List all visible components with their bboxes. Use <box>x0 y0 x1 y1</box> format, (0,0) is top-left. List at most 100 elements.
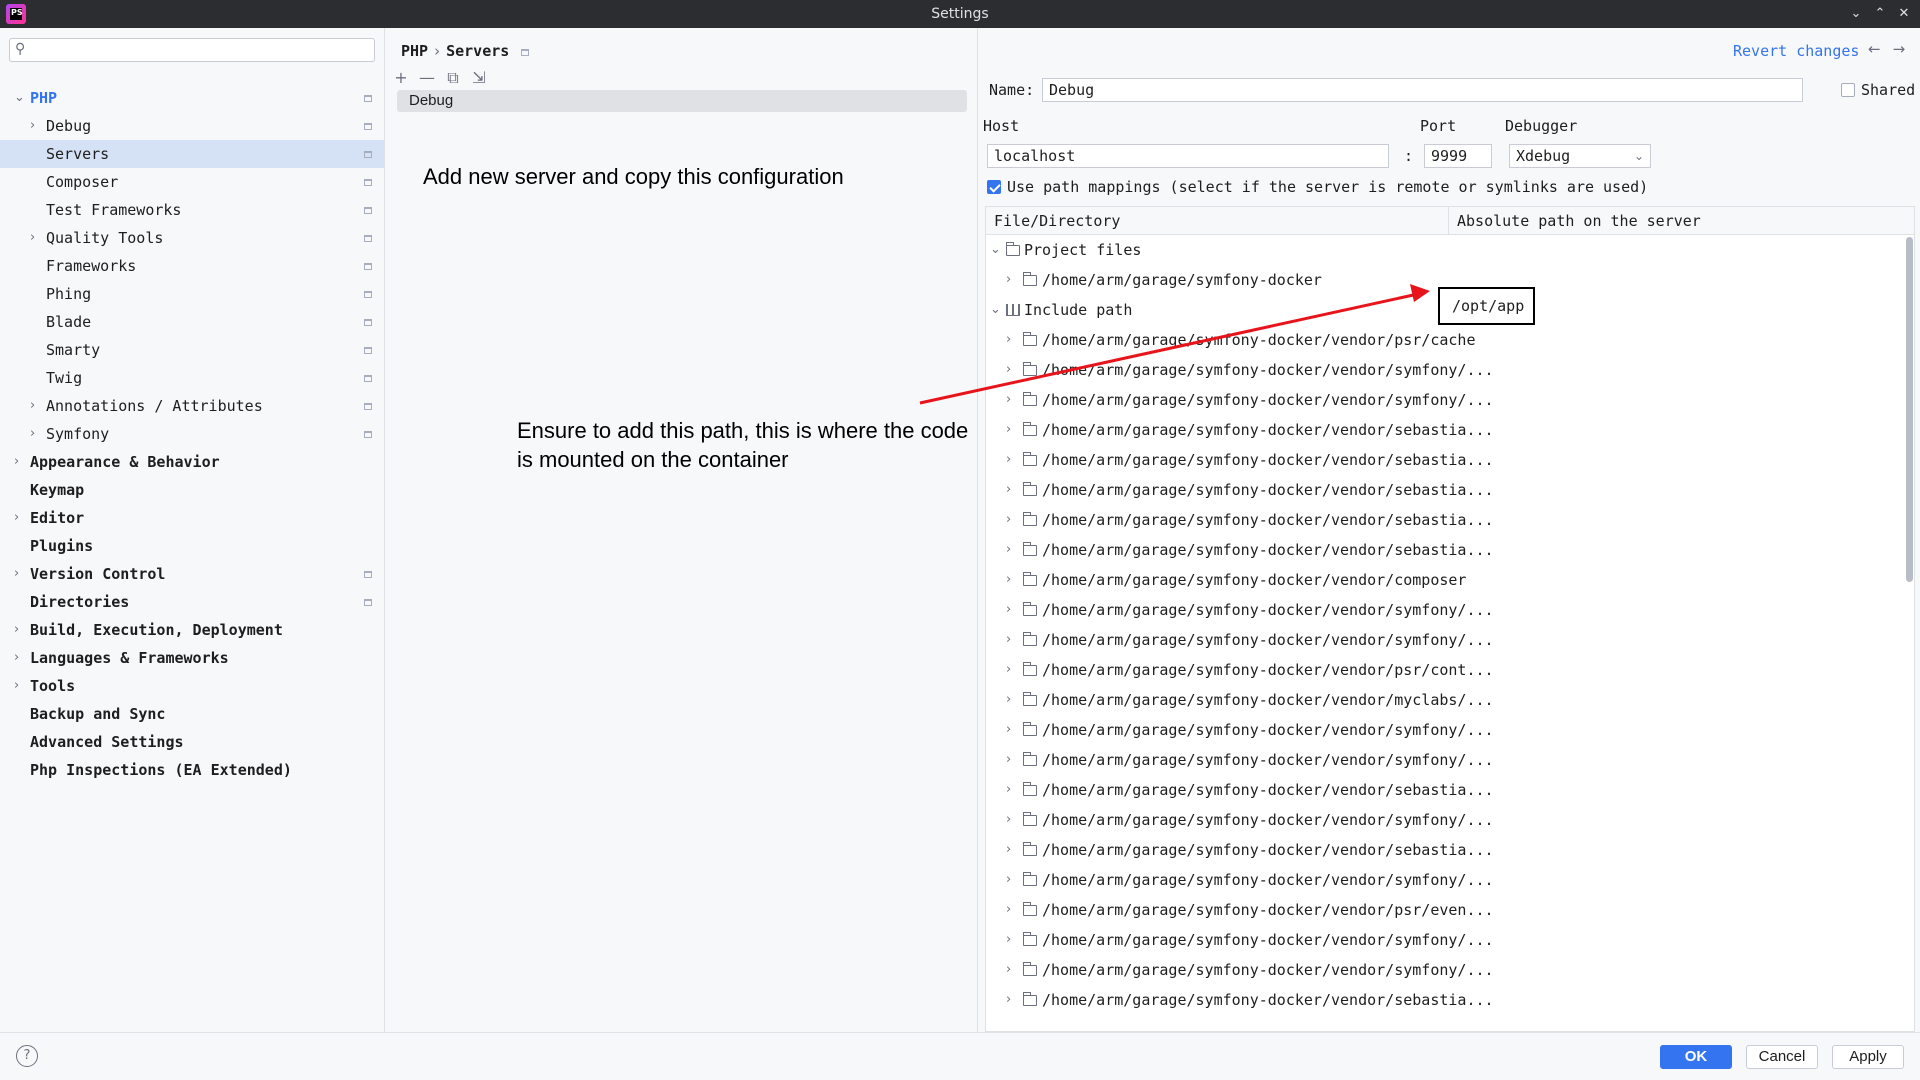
sidebar-item-smarty[interactable]: Smarty <box>0 336 384 364</box>
add-server-button[interactable]: + <box>391 68 411 88</box>
import-server-button[interactable]: ⇲ <box>469 68 489 88</box>
include-path-row[interactable]: › /home/arm/garage/symfony-docker/vendor/… <box>986 745 1901 775</box>
sidebar-item-build-execution-deployment[interactable]: › Build, Execution, Deployment <box>0 616 384 644</box>
chevron-right-icon[interactable]: › <box>14 672 19 700</box>
chevron-right-icon[interactable]: › <box>1006 745 1011 775</box>
sidebar-item-languages-frameworks[interactable]: › Languages & Frameworks <box>0 644 384 672</box>
chevron-right-icon[interactable]: › <box>1006 325 1011 355</box>
sidebar-item-debug[interactable]: › Debug <box>0 112 384 140</box>
settings-search-input[interactable]: ⚲ <box>9 38 375 62</box>
sidebar-item-tools[interactable]: › Tools <box>0 672 384 700</box>
include-path-row[interactable]: › /home/arm/garage/symfony-docker/vendor/… <box>986 985 1901 1015</box>
breadcrumb-php[interactable]: PHP <box>401 42 428 60</box>
forward-arrow-icon[interactable]: → <box>1893 40 1906 58</box>
chevron-right-icon[interactable]: › <box>1006 895 1011 925</box>
copy-server-button[interactable]: ⧉ <box>443 68 463 88</box>
chevron-right-icon[interactable]: › <box>1006 565 1011 595</box>
include-path-row[interactable]: ⌄ Include path <box>986 295 1901 325</box>
include-path-row[interactable]: › /home/arm/garage/symfony-docker/vendor/… <box>986 865 1901 895</box>
debugger-select[interactable]: Xdebug ⌄ <box>1509 144 1651 168</box>
sidebar-item-appearance-behavior[interactable]: › Appearance & Behavior <box>0 448 384 476</box>
include-path-row[interactable]: › /home/arm/garage/symfony-docker/vendor/… <box>986 475 1901 505</box>
include-path-row[interactable]: › /home/arm/garage/symfony-docker/vendor/… <box>986 625 1901 655</box>
sidebar-item-plugins[interactable]: Plugins <box>0 532 384 560</box>
sidebar-item-frameworks[interactable]: Frameworks <box>0 252 384 280</box>
include-path-row[interactable]: › /home/arm/garage/symfony-docker/vendor/… <box>986 415 1901 445</box>
apply-button[interactable]: Apply <box>1832 1045 1904 1069</box>
ok-button[interactable]: OK <box>1660 1045 1732 1069</box>
include-path-row[interactable]: › /home/arm/garage/symfony-docker/vendor/… <box>986 505 1901 535</box>
minimize-icon[interactable]: ⌄ <box>1846 4 1866 24</box>
chevron-right-icon[interactable]: › <box>14 560 19 588</box>
include-path-row[interactable]: › /home/arm/garage/symfony-docker/vendor/… <box>986 955 1901 985</box>
chevron-right-icon[interactable]: › <box>1006 685 1011 715</box>
sidebar-item-quality-tools[interactable]: › Quality Tools <box>0 224 384 252</box>
chevron-right-icon[interactable]: › <box>1006 445 1011 475</box>
back-arrow-icon[interactable]: ← <box>1868 40 1881 58</box>
cancel-button[interactable]: Cancel <box>1746 1045 1818 1069</box>
sidebar-item-keymap[interactable]: Keymap <box>0 476 384 504</box>
include-path-row[interactable]: › /home/arm/garage/symfony-docker/vendor/… <box>986 925 1901 955</box>
include-path-row[interactable]: › /home/arm/garage/symfony-docker/vendor/… <box>986 775 1901 805</box>
sidebar-item-twig[interactable]: Twig <box>0 364 384 392</box>
chevron-right-icon[interactable]: › <box>1006 775 1011 805</box>
close-icon[interactable]: ✕ <box>1894 4 1914 24</box>
chevron-right-icon[interactable]: › <box>1006 805 1011 835</box>
include-path-row[interactable]: › /home/arm/garage/symfony-docker/vendor/… <box>986 385 1901 415</box>
chevron-right-icon[interactable]: › <box>1006 925 1011 955</box>
include-path-row[interactable]: › /home/arm/garage/symfony-docker/vendor/… <box>986 535 1901 565</box>
chevron-right-icon[interactable]: › <box>1006 415 1011 445</box>
sidebar-item-blade[interactable]: Blade <box>0 308 384 336</box>
sidebar-item-test-frameworks[interactable]: Test Frameworks <box>0 196 384 224</box>
sidebar-item-backup-and-sync[interactable]: Backup and Sync <box>0 700 384 728</box>
column-header-file-directory[interactable]: File/Directory <box>986 207 1448 235</box>
chevron-right-icon[interactable]: › <box>14 616 19 644</box>
include-path-row[interactable]: › /home/arm/garage/symfony-docker/vendor/… <box>986 715 1901 745</box>
chevron-right-icon[interactable]: › <box>1006 505 1011 535</box>
use-path-mappings-checkbox[interactable] <box>987 180 1001 194</box>
chevron-right-icon[interactable]: › <box>1006 955 1011 985</box>
chevron-right-icon[interactable]: › <box>1006 265 1011 295</box>
include-path-row[interactable]: › /home/arm/garage/symfony-docker/vendor/… <box>986 685 1901 715</box>
include-path-row[interactable]: › /home/arm/garage/symfony-docker/vendor/… <box>986 595 1901 625</box>
sidebar-item-editor[interactable]: › Editor <box>0 504 384 532</box>
remove-server-button[interactable]: — <box>417 68 437 88</box>
chevron-down-icon[interactable]: ⌄ <box>990 235 1001 265</box>
chevron-right-icon[interactable]: › <box>1006 535 1011 565</box>
chevron-down-icon[interactable]: ⌄ <box>990 295 1001 325</box>
chevron-right-icon[interactable]: › <box>30 224 35 252</box>
help-button[interactable]: ? <box>16 1045 38 1067</box>
include-path-row[interactable]: › /home/arm/garage/symfony-docker/vendor/… <box>986 895 1901 925</box>
sidebar-item-php[interactable]: ⌄ PHP <box>0 84 384 112</box>
column-header-server-path[interactable]: Absolute path on the server <box>1448 207 1914 235</box>
sidebar-item-symfony[interactable]: › Symfony <box>0 420 384 448</box>
sidebar-item-version-control[interactable]: › Version Control <box>0 560 384 588</box>
include-path-row[interactable]: › /home/arm/garage/symfony-docker/vendor/… <box>986 355 1901 385</box>
chevron-right-icon[interactable]: › <box>30 392 35 420</box>
sidebar-item-annotations-attributes[interactable]: › Annotations / Attributes <box>0 392 384 420</box>
host-input[interactable]: localhost <box>987 144 1389 168</box>
chevron-right-icon[interactable]: › <box>1006 835 1011 865</box>
chevron-right-icon[interactable]: › <box>1006 865 1011 895</box>
include-path-row[interactable]: › /home/arm/garage/symfony-docker/vendor/… <box>986 565 1901 595</box>
chevron-right-icon[interactable]: › <box>14 448 19 476</box>
chevron-right-icon[interactable]: › <box>1006 625 1011 655</box>
sidebar-item-composer[interactable]: Composer <box>0 168 384 196</box>
chevron-down-icon[interactable]: ⌄ <box>14 84 25 112</box>
chevron-right-icon[interactable]: › <box>14 504 19 532</box>
include-path-row[interactable]: › /home/arm/garage/symfony-docker/vendor/… <box>986 445 1901 475</box>
chevron-right-icon[interactable]: › <box>1006 385 1011 415</box>
chevron-right-icon[interactable]: › <box>1006 475 1011 505</box>
server-list-item-debug[interactable]: Debug <box>397 90 967 112</box>
sidebar-item-phing[interactable]: Phing <box>0 280 384 308</box>
include-path-row[interactable]: › /home/arm/garage/symfony-docker/vendor/… <box>986 805 1901 835</box>
chevron-right-icon[interactable]: › <box>30 420 35 448</box>
chevron-right-icon[interactable]: › <box>30 112 35 140</box>
mappings-scrollbar[interactable] <box>1906 237 1913 582</box>
chevron-right-icon[interactable]: › <box>1006 715 1011 745</box>
revert-changes-link[interactable]: Revert changes <box>1733 42 1859 60</box>
port-input[interactable]: 9999 <box>1424 144 1492 168</box>
sidebar-item-directories[interactable]: Directories <box>0 588 384 616</box>
sidebar-item-advanced-settings[interactable]: Advanced Settings <box>0 728 384 756</box>
name-input[interactable]: Debug <box>1042 78 1803 102</box>
